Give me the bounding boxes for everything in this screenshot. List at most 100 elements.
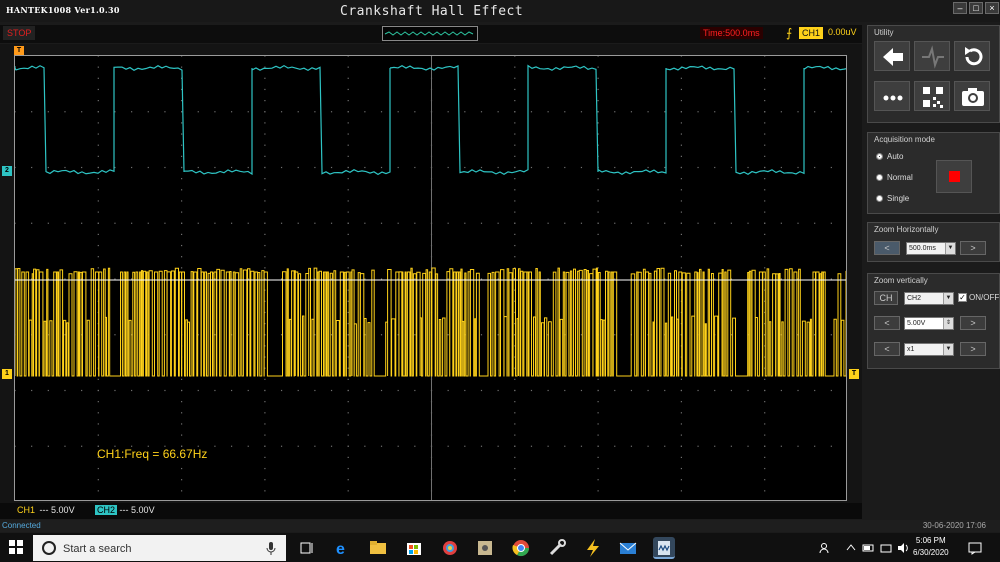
utility-title: Utility [874,28,894,37]
clock-date: 6/30/2020 [913,548,949,557]
ch1-waveform [15,267,846,377]
probe-increase-button[interactable]: > [960,342,986,356]
minimize-icon[interactable]: – [953,2,967,14]
windows-taskbar: Start a search e 5:06 PM 6/30/2020 [0,533,1000,562]
acq-auto-radio[interactable]: Auto [876,152,903,161]
probe-decrease-button[interactable]: < [874,342,900,356]
close-icon[interactable]: × [985,2,999,14]
scope-display-area: T 2 1 T CH1:Freq = 66.67Hz [0,44,862,519]
windows-start-icon[interactable] [9,540,23,554]
more-icon[interactable] [874,81,910,111]
ch2-offset-marker[interactable]: 2 [2,166,12,176]
run-status-indicator[interactable]: STOP [3,26,36,40]
maximize-icon[interactable]: □ [969,2,983,14]
ch2-scale: 5.00V [131,505,155,515]
rising-edge-trigger-icon[interactable]: ⨍ [786,26,792,40]
file-explorer-icon[interactable] [367,537,389,559]
qr-code-icon[interactable] [914,81,950,111]
acq-auto-label: Auto [887,152,904,161]
refresh-icon[interactable] [954,41,990,71]
chevron-left-icon: < [884,243,890,253]
chrome-icon[interactable] [510,537,532,559]
cortana-circle-icon [42,541,56,555]
acq-normal-radio[interactable]: Normal [876,173,913,182]
ch1-coupling-icon: --- [39,505,49,515]
zoom-horizontal-title: Zoom Horizontally [874,225,939,234]
utility-panel: Utility [867,25,1000,123]
store-icon[interactable] [403,537,425,559]
probe-select[interactable]: x1 ▼ [904,343,954,356]
spinner-arrows-icon: ⇕ [943,318,953,329]
probe-select-value: x1 [907,346,915,353]
taskbar-search-box[interactable]: Start a search [33,535,286,561]
waveform-icon[interactable] [914,41,950,71]
zoom-h-increase-button[interactable]: > [960,241,986,255]
run-stop-button[interactable] [936,160,972,193]
tools-icon[interactable] [546,537,568,559]
notifications-icon[interactable] [968,541,982,555]
ch2-info[interactable]: CH2 --- 5.00V [95,505,155,515]
acquisition-panel: Acquisition mode Auto Normal Single [867,132,1000,214]
ch1-offset-marker[interactable]: 1 [2,369,12,379]
acq-single-radio[interactable]: Single [876,194,909,203]
camera-icon[interactable] [954,81,990,111]
overview-waveform-icon [384,31,474,36]
picasa-icon[interactable] [439,537,461,559]
status-line: Connected 30-06-2020 17:06 [0,520,1000,532]
people-icon[interactable] [818,541,832,555]
clock-time: 5:06 PM [915,536,946,545]
acquisition-title: Acquisition mode [874,135,935,144]
app-version-label: HANTEK1008 Ver1.0.30 [6,5,120,15]
title-bar: HANTEK1008 Ver1.0.30 Crankshaft Hall Eff… [0,0,1000,22]
acq-single-label: Single [887,194,910,203]
svg-text:e: e [336,541,345,558]
battery-icon[interactable] [862,543,876,553]
volts-div-spinner[interactable]: 5.00V ⇕ [904,317,954,330]
ch2-coupling-icon: --- [119,505,129,515]
ch1-info[interactable]: CH1 --- 5.00V [15,505,75,515]
chevron-left-icon: < [884,344,890,354]
timebase-select[interactable]: 500.0ms ▼ [906,242,956,255]
connection-status: Connected [2,521,41,530]
radio-selected-icon [876,153,883,160]
ch1-scale: 5.00V [51,505,75,515]
on-off-checkbox[interactable]: ✓ [958,293,967,302]
zoom-h-decrease-button[interactable]: < [874,241,900,255]
network-icon[interactable] [880,542,892,554]
channel-button[interactable]: CH [874,291,898,305]
zoom-horizontal-panel: Zoom Horizontally < 500.0ms ▼ > [867,222,1000,262]
chevron-up-icon[interactable] [846,543,856,551]
radio-icon [876,195,883,202]
waveform-overview[interactable] [382,26,478,41]
chevron-down-icon: ▼ [943,293,953,304]
timebase-select-value: 500.0ms [909,245,936,252]
app-icon[interactable] [474,537,496,559]
edge-icon[interactable]: e [331,537,353,559]
taskbar-clock[interactable]: 5:06 PM 6/30/2020 [913,535,949,559]
zoom-vertical-panel: Zoom vertically CH CH2 ▼ ✓ ON/OFF < 5.00… [867,273,1000,369]
waveform-canvas [15,56,846,500]
hantek-icon[interactable] [653,537,675,559]
channel-info-bar: CH1 --- 5.00V CH2 --- 5.00V [0,503,862,519]
waveform-screen[interactable]: CH1:Freq = 66.67Hz [14,55,847,501]
chevron-right-icon: > [970,318,976,328]
oscilloscope-app-window: HANTEK1008 Ver1.0.30 Crankshaft Hall Eff… [0,0,1000,562]
radio-icon [876,174,883,181]
volume-icon[interactable] [896,541,910,555]
acq-normal-label: Normal [887,173,913,182]
chevron-right-icon: > [970,243,976,253]
power-icon[interactable] [582,537,604,559]
mail-icon[interactable] [617,537,639,559]
frequency-measurement: CH1:Freq = 66.67Hz [97,447,208,461]
task-view-icon[interactable] [296,537,318,559]
timebase-readout: Time:500.0ms [700,27,763,39]
trigger-level-marker[interactable]: T [849,369,859,379]
stop-icon [949,171,960,182]
channel-select[interactable]: CH2 ▼ [904,292,954,305]
volts-decrease-button[interactable]: < [874,316,900,330]
volts-increase-button[interactable]: > [960,316,986,330]
volts-div-value: 5.00V [907,320,926,327]
trigger-channel-badge: CH1 [799,27,824,39]
zoom-vertical-title: Zoom vertically [874,276,928,285]
back-arrow-icon[interactable] [874,41,910,71]
